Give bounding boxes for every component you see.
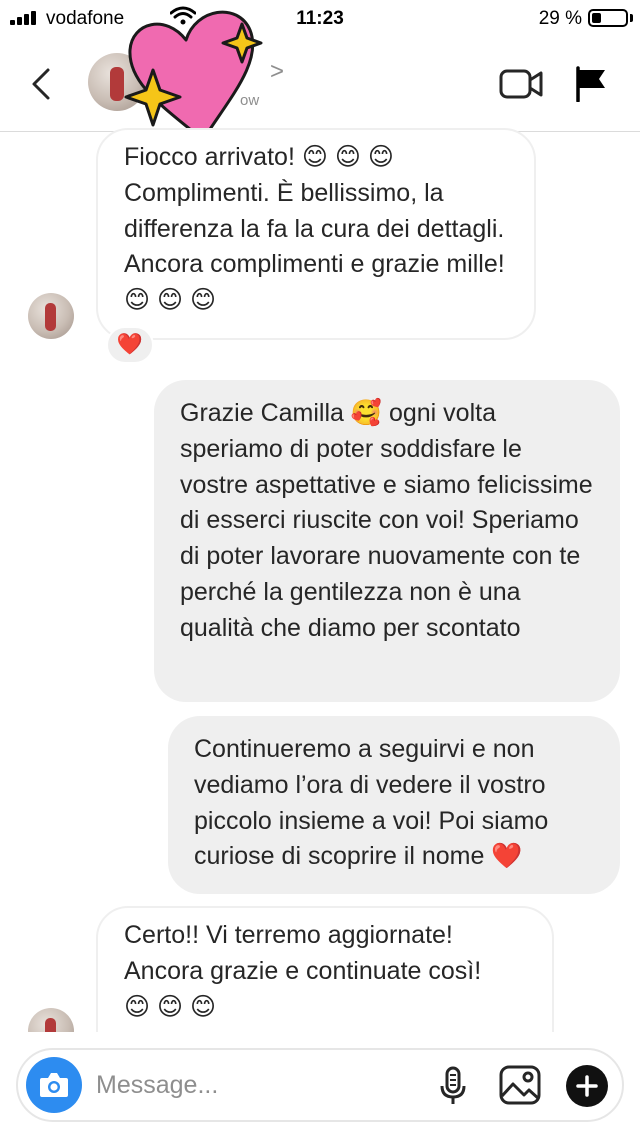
contact-avatar[interactable] bbox=[88, 53, 146, 111]
outgoing-message[interactable]: Grazie Camilla 🥰 ogni volta speriamo di … bbox=[154, 380, 620, 702]
message-text: Certo!! Vi terremo aggiornate! Ancora gr… bbox=[124, 921, 482, 1021]
microphone-icon[interactable] bbox=[438, 1066, 468, 1106]
message-text: Fiocco arrivato! 😊 😊 😊 Complimenti. È be… bbox=[124, 143, 505, 315]
sender-avatar[interactable] bbox=[28, 293, 74, 339]
camera-button[interactable] bbox=[26, 1057, 82, 1113]
profile-chevron-icon[interactable]: > bbox=[270, 58, 284, 86]
plus-icon bbox=[576, 1075, 598, 1097]
message-text: Grazie Camilla 🥰 ogni volta speriamo di … bbox=[180, 399, 593, 642]
chat-header: > ow bbox=[0, 36, 640, 132]
battery-percentage: 29 % bbox=[538, 8, 582, 29]
incoming-message[interactable]: Fiocco arrivato! 😊 😊 😊 Complimenti. È be… bbox=[96, 128, 536, 340]
battery-tip bbox=[630, 14, 633, 22]
flag-icon[interactable] bbox=[574, 66, 608, 102]
camera-icon bbox=[40, 1073, 68, 1097]
video-camera-icon[interactable] bbox=[498, 66, 544, 102]
contact-subtitle: ow bbox=[240, 92, 260, 109]
status-bar: vodafone 11:23 29 % bbox=[0, 0, 640, 36]
heart-reaction[interactable]: ❤️ bbox=[106, 326, 154, 364]
message-composer bbox=[16, 1048, 624, 1122]
battery-icon bbox=[588, 9, 628, 27]
add-button[interactable] bbox=[566, 1065, 608, 1107]
message-text: Continueremo a seguirvi e non vediamo l’… bbox=[194, 735, 549, 871]
battery-level bbox=[592, 13, 601, 23]
outgoing-message[interactable]: Continueremo a seguirvi e non vediamo l’… bbox=[168, 716, 620, 894]
message-input[interactable] bbox=[96, 1068, 396, 1102]
back-icon[interactable] bbox=[26, 64, 56, 104]
image-icon[interactable] bbox=[498, 1064, 542, 1106]
